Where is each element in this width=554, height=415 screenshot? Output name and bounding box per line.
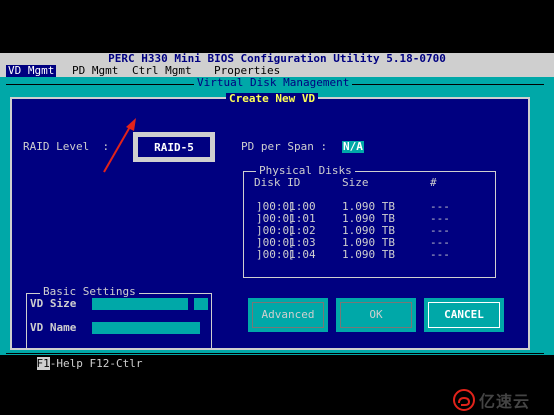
menu-vd-mgmt[interactable]: VD Mgmt	[6, 65, 57, 77]
ok-button[interactable]: OK	[336, 298, 416, 332]
virtual-disk-management-panel: Virtual Disk Management Create New VD RA…	[0, 77, 554, 355]
red-annotation-arrow	[103, 118, 136, 173]
physical-disk-row[interactable]: []00:01:01 1.090 TB ---	[248, 201, 450, 225]
cancel-button[interactable]: CANCEL	[424, 298, 504, 332]
number-header: #	[430, 176, 437, 189]
vd-size-unit-field[interactable]	[194, 298, 208, 310]
bios-screen: PERC H330 Mini BIOS Configuration Utilit…	[0, 53, 554, 370]
disk-size: 1.090 TB	[342, 248, 395, 261]
watermark: 亿速云	[453, 388, 530, 412]
menu-ctrl-mgmt[interactable]: Ctrl Mgmt	[130, 65, 194, 77]
vd-name-field[interactable]	[92, 322, 200, 334]
vd-size-field[interactable]	[92, 298, 188, 310]
disk-id: ]00:01:04	[256, 248, 316, 261]
pd-per-span-label: PD per Span :	[241, 140, 328, 153]
physical-disk-row[interactable]: []00:01:03 1.090 TB ---	[248, 225, 450, 249]
advanced-button[interactable]: Advanced	[248, 298, 328, 332]
size-header: Size	[342, 176, 369, 189]
physical-disk-row[interactable]: []00:01:02 1.090 TB ---	[248, 213, 450, 237]
raid-level-label: RAID Level :	[23, 140, 110, 153]
pd-per-span-value[interactable]: N/A	[342, 141, 364, 153]
raid-level-value: RAID-5	[137, 136, 211, 158]
status-text: -Help F12-Ctlr	[49, 357, 143, 370]
status-bar: F1-Help F12-Ctlr	[10, 346, 142, 382]
raid-level-select[interactable]: RAID-5	[133, 132, 215, 162]
physical-disk-row[interactable]: []00:01:00 1.090 TB ---	[248, 189, 450, 213]
panel-title: Virtual Disk Management	[194, 77, 353, 89]
menu-pd-mgmt[interactable]: PD Mgmt	[70, 65, 120, 77]
cancel-button-label: CANCEL	[428, 302, 500, 328]
vd-size-label: VD Size	[30, 297, 77, 310]
disk-id-header: Disk ID	[254, 176, 301, 189]
advanced-button-label: Advanced	[252, 302, 324, 328]
disk-number: ---	[430, 248, 450, 261]
physical-disk-row[interactable]: []00:01:04 1.090 TB ---	[248, 237, 450, 261]
help-key[interactable]: F1	[36, 357, 50, 370]
cloud-logo-icon	[453, 389, 475, 411]
watermark-text: 亿速云	[479, 392, 531, 411]
dialog-title: Create New VD	[226, 93, 319, 105]
ok-button-label: OK	[340, 302, 412, 328]
scroll-marker	[544, 53, 553, 77]
vd-name-label: VD Name	[30, 321, 77, 334]
